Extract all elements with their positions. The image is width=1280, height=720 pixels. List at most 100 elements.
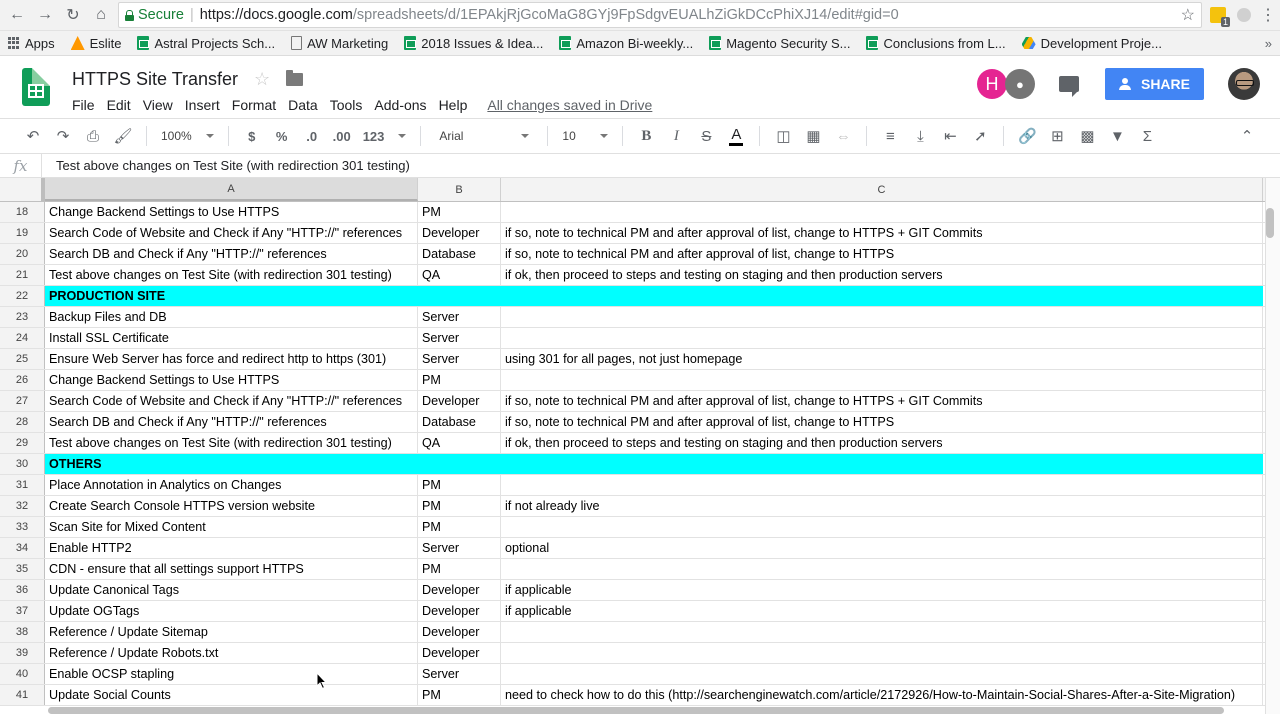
cell-b[interactable]: PM — [418, 496, 501, 516]
cell-c[interactable] — [501, 475, 1263, 495]
horizontal-scroll-thumb[interactable] — [48, 707, 1224, 714]
merge-cells-icon[interactable]: ⇔ — [828, 122, 858, 150]
browser-menu-icon[interactable]: ⋮ — [1260, 5, 1276, 25]
cell-a[interactable]: Install SSL Certificate — [45, 328, 418, 348]
cell-b[interactable]: Developer — [418, 643, 501, 663]
column-header-c[interactable]: C — [501, 178, 1263, 201]
text-wrap-icon[interactable]: ⇤ — [935, 122, 965, 150]
spreadsheet-grid[interactable]: A B C 18 Change Backend Settings to Use H… — [0, 178, 1280, 714]
bookmark-item[interactable]: Conclusions from L... — [866, 36, 1006, 51]
cell-b[interactable]: Server — [418, 349, 501, 369]
redo-icon[interactable]: ↷ — [48, 122, 78, 150]
borders-icon[interactable]: ▦ — [798, 122, 828, 150]
cell-b[interactable]: PM — [418, 517, 501, 537]
font-select[interactable]: Arial — [429, 129, 539, 143]
account-avatar[interactable] — [1228, 68, 1260, 100]
cell-a[interactable]: Update Social Counts — [45, 685, 418, 705]
cell-b[interactable]: Developer — [418, 622, 501, 642]
cell-c[interactable] — [501, 328, 1263, 348]
cell-c[interactable]: if so, note to technical PM and after ap… — [501, 223, 1263, 243]
row-number[interactable]: 40 — [0, 664, 45, 684]
vertical-scrollbar[interactable] — [1265, 178, 1280, 714]
cell-c[interactable]: need to check how to do this (http://sea… — [501, 685, 1263, 705]
row-number[interactable]: 39 — [0, 643, 45, 663]
cell-b[interactable]: Database — [418, 244, 501, 264]
functions-icon[interactable]: Σ — [1132, 122, 1162, 150]
currency-format-button[interactable]: $ — [237, 122, 267, 150]
menu-insert[interactable]: Insert — [179, 97, 226, 113]
cell-c[interactable] — [501, 559, 1263, 579]
cell-b[interactable]: PM — [418, 685, 501, 705]
bookmark-star-icon[interactable]: ☆ — [1181, 5, 1195, 25]
column-header-a[interactable]: A — [45, 178, 418, 201]
cell-a[interactable]: Ensure Web Server has force and redirect… — [45, 349, 418, 369]
cell-a[interactable]: Reference / Update Robots.txt — [45, 643, 418, 663]
collaborator-avatar[interactable]: H — [976, 69, 1007, 99]
cell-a[interactable]: Enable OCSP stapling — [45, 664, 418, 684]
cell-a[interactable]: CDN - ensure that all settings support H… — [45, 559, 418, 579]
cell-a[interactable]: Search Code of Website and Check if Any … — [45, 391, 418, 411]
cell-c[interactable] — [501, 370, 1263, 390]
insert-comment-icon[interactable]: ⊞ — [1042, 122, 1072, 150]
insert-chart-icon[interactable]: ▩ — [1072, 122, 1102, 150]
menu-file[interactable]: File — [72, 97, 101, 113]
bookmark-item[interactable]: 2018 Issues & Idea... — [404, 36, 543, 51]
cell-c[interactable]: if applicable — [501, 601, 1263, 621]
text-rotation-icon[interactable]: ➚ — [965, 122, 995, 150]
row-number[interactable]: 27 — [0, 391, 45, 411]
row-number[interactable]: 23 — [0, 307, 45, 327]
formula-input[interactable]: Test above changes on Test Site (with re… — [42, 158, 410, 173]
cell-a[interactable]: Update OGTags — [45, 601, 418, 621]
menu-edit[interactable]: Edit — [101, 97, 137, 113]
menu-help[interactable]: Help — [433, 97, 474, 113]
secure-indicator[interactable]: Secure — [125, 7, 184, 23]
bookmark-item[interactable]: Magento Security S... — [709, 36, 850, 51]
vertical-scroll-thumb[interactable] — [1266, 208, 1274, 238]
menu-view[interactable]: View — [137, 97, 179, 113]
row-number[interactable]: 29 — [0, 433, 45, 453]
row-number[interactable]: 36 — [0, 580, 45, 600]
row-number[interactable]: 18 — [0, 202, 45, 222]
section-header-cell[interactable]: OTHERS — [45, 454, 1263, 474]
decrease-decimal-button[interactable]: .0 — [297, 122, 327, 150]
cell-a[interactable]: Change Backend Settings to Use HTTPS — [45, 370, 418, 390]
cell-a[interactable]: Update Canonical Tags — [45, 580, 418, 600]
increase-decimal-button[interactable]: .00 — [327, 122, 357, 150]
cell-b[interactable]: PM — [418, 370, 501, 390]
bookmark-item[interactable]: Apps — [8, 36, 55, 51]
row-number[interactable]: 38 — [0, 622, 45, 642]
row-number[interactable]: 25 — [0, 349, 45, 369]
cell-c[interactable]: if so, note to technical PM and after ap… — [501, 391, 1263, 411]
star-icon[interactable]: ☆ — [254, 69, 270, 90]
menu-data[interactable]: Data — [282, 97, 324, 113]
cell-b[interactable]: Server — [418, 538, 501, 558]
menu-addons[interactable]: Add-ons — [368, 97, 432, 113]
menu-tools[interactable]: Tools — [324, 97, 369, 113]
undo-icon[interactable]: ↶ — [18, 122, 48, 150]
row-number[interactable]: 22 — [0, 286, 45, 306]
cell-b[interactable]: PM — [418, 202, 501, 222]
extension-sheets-icon[interactable]: 1 — [1208, 5, 1230, 27]
cell-b[interactable]: Developer — [418, 580, 501, 600]
cell-c[interactable]: if ok, then proceed to steps and testing… — [501, 265, 1263, 285]
bold-button[interactable]: B — [631, 122, 661, 150]
home-icon[interactable]: ⌂ — [90, 4, 112, 26]
zoom-select[interactable]: 100% — [155, 129, 220, 143]
bookmark-item[interactable]: Development Proje... — [1021, 36, 1162, 51]
more-formats-select[interactable]: 123 — [357, 129, 413, 144]
cell-c[interactable] — [501, 622, 1263, 642]
cell-b[interactable]: Developer — [418, 223, 501, 243]
cell-c[interactable] — [501, 307, 1263, 327]
print-icon[interactable]: ⎙ — [78, 122, 108, 150]
cell-c[interactable]: if so, note to technical PM and after ap… — [501, 412, 1263, 432]
row-number[interactable]: 37 — [0, 601, 45, 621]
back-icon[interactable]: ← — [6, 4, 28, 26]
italic-button[interactable]: I — [661, 122, 691, 150]
horizontal-align-icon[interactable]: ≡ — [875, 122, 905, 150]
section-header-cell[interactable]: PRODUCTION SITE — [45, 286, 1263, 306]
cell-c[interactable]: if not already live — [501, 496, 1263, 516]
cell-a[interactable]: Search DB and Check if Any "HTTP://" ref… — [45, 412, 418, 432]
cell-b[interactable]: Server — [418, 328, 501, 348]
text-color-button[interactable]: A — [721, 122, 751, 150]
cell-a[interactable]: Test above changes on Test Site (with re… — [45, 265, 418, 285]
